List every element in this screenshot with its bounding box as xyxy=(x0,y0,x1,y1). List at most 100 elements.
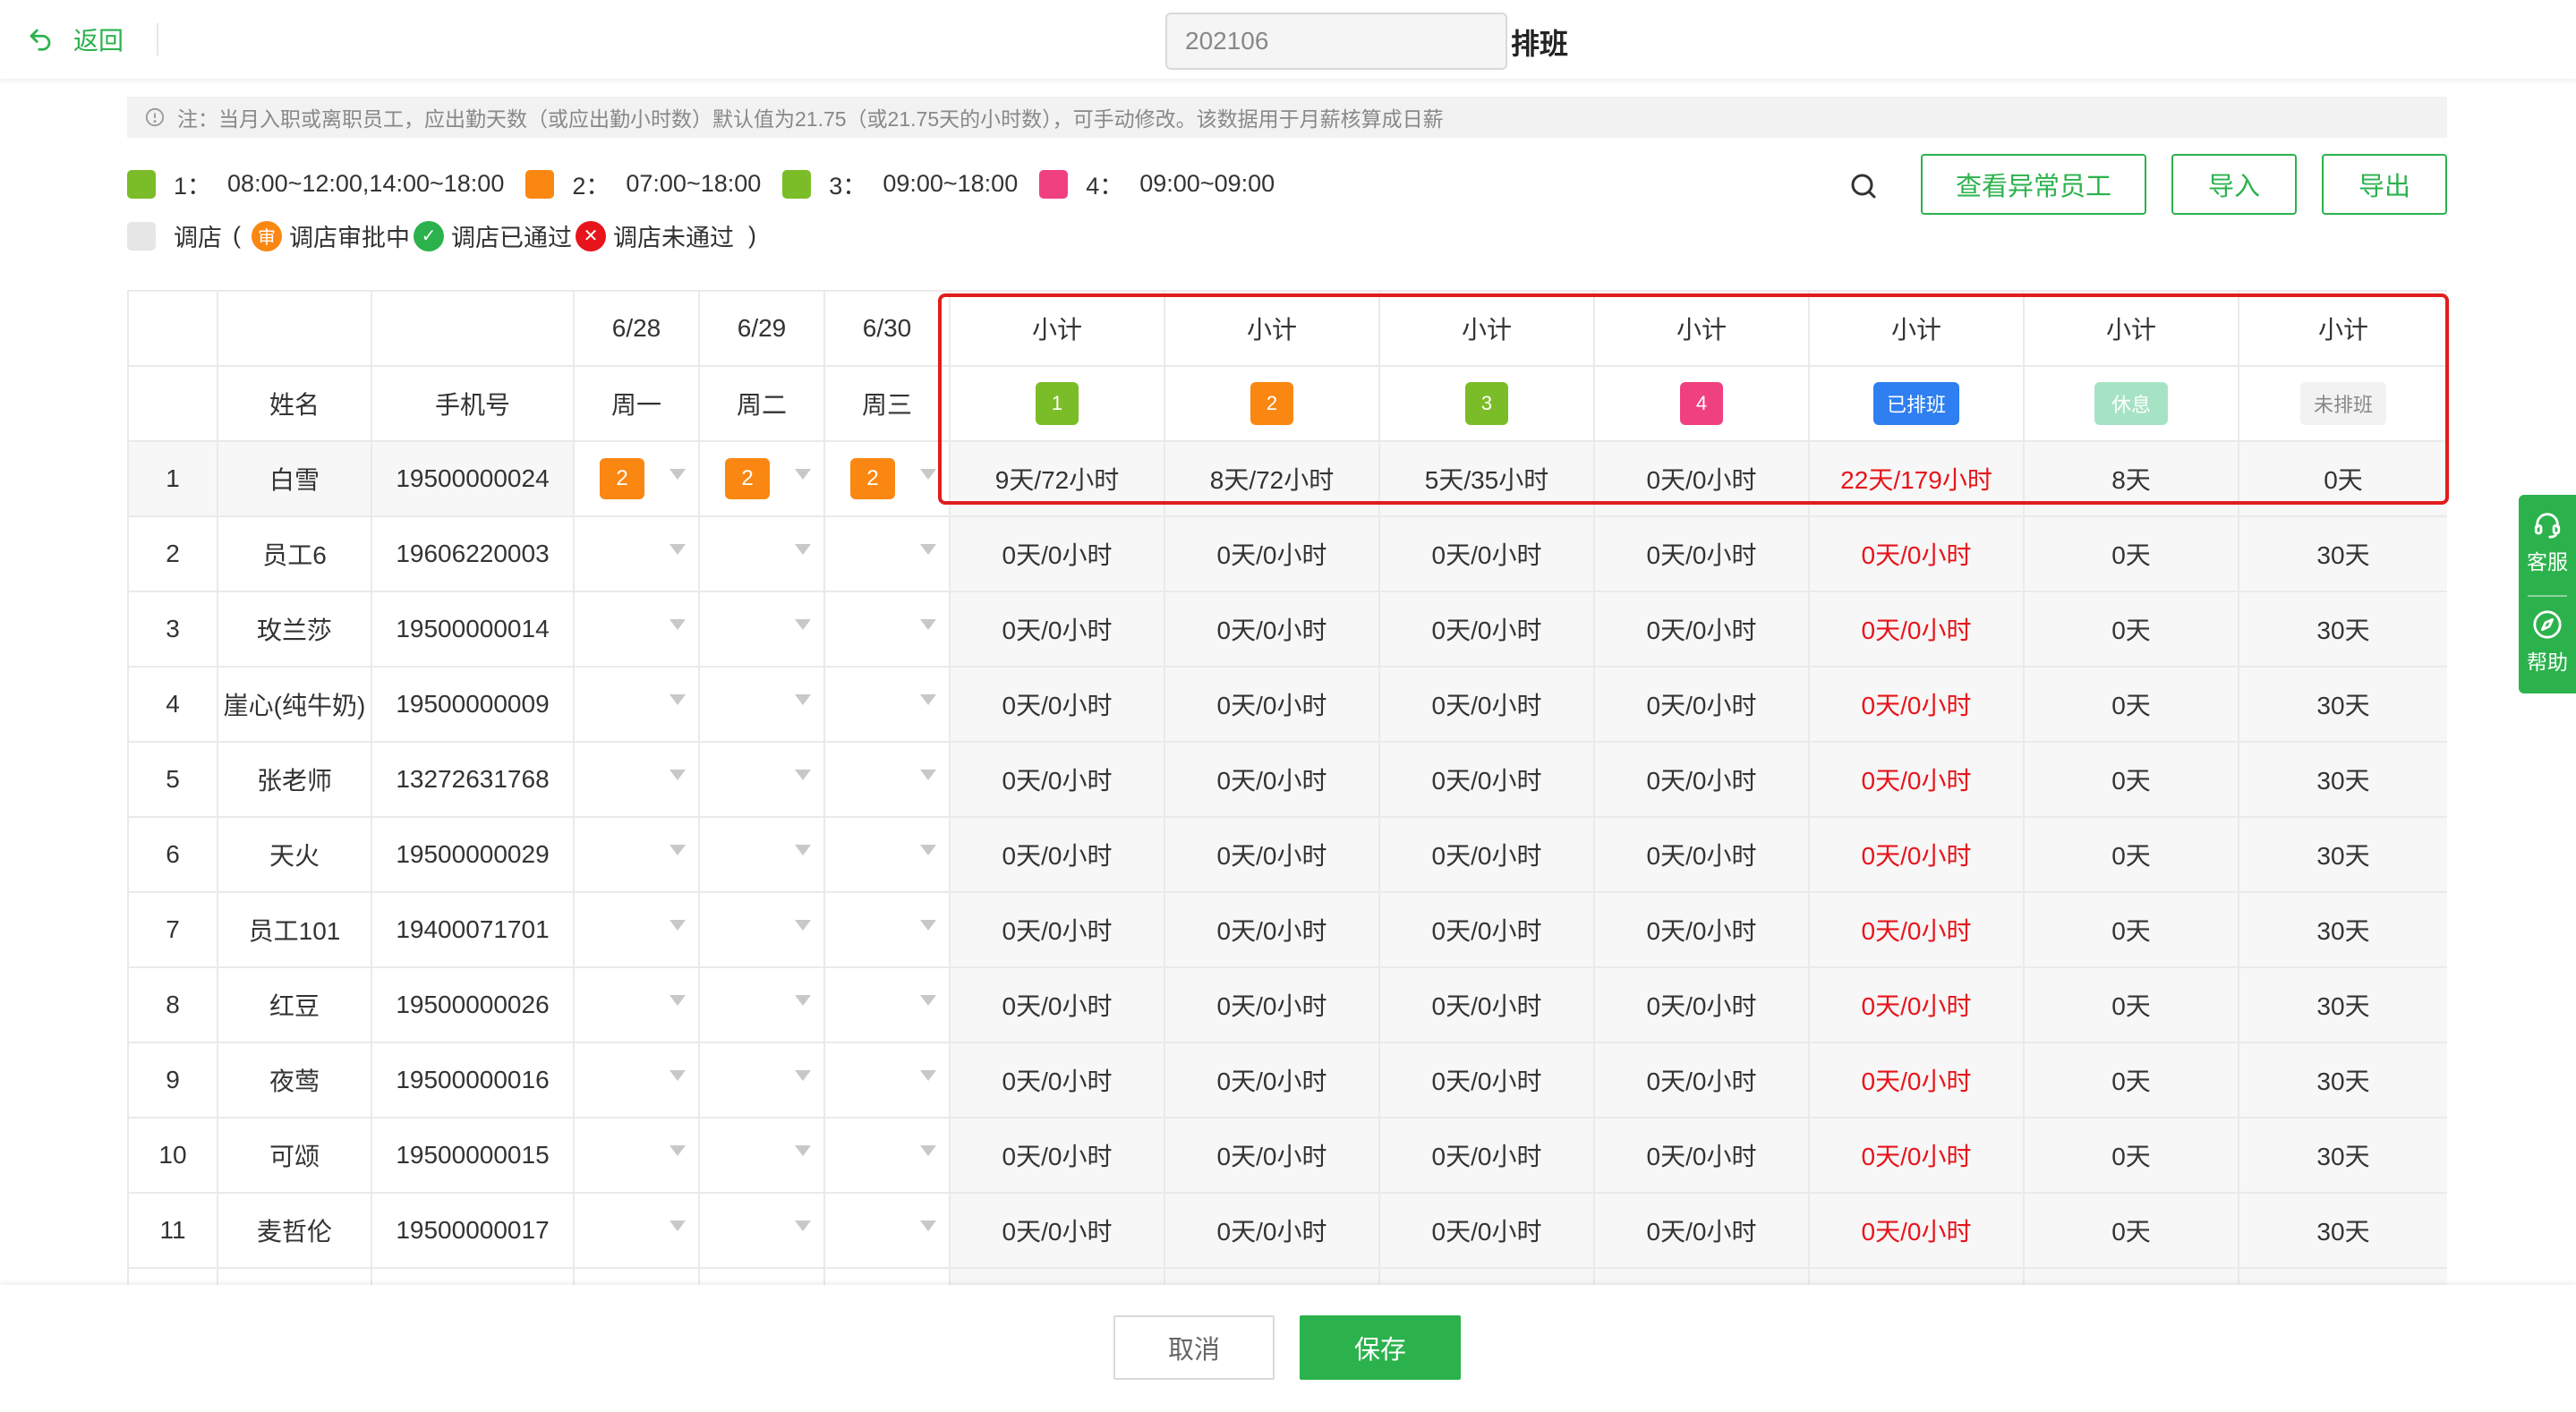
subtotal-cell: 30天 xyxy=(2238,1267,2447,1285)
legend-shift-4: 4： 09:00~09:00 xyxy=(1039,166,1275,201)
subtotal-cell: 0天/0小时 xyxy=(1593,666,1810,743)
paren-open: ( xyxy=(233,222,241,249)
employee-name: 员工6 xyxy=(217,515,372,592)
assigned-shift-chip: 2 xyxy=(725,458,770,499)
transfer-legend: 调店 ( 审调店审批中 ✓ 调店已通过 ✕ 调店未通过 ) xyxy=(127,218,767,253)
help-button[interactable]: 帮助 xyxy=(2519,609,2576,676)
shift-select-cell[interactable]: 2 xyxy=(698,440,825,517)
shift-select-cell[interactable] xyxy=(823,1267,951,1285)
shift-select-cell[interactable] xyxy=(823,1042,951,1119)
view-abnormal-button[interactable]: 查看异常员工 xyxy=(1921,154,2146,215)
save-button[interactable]: 保存 xyxy=(1300,1315,1461,1380)
shift-select-cell[interactable] xyxy=(823,966,951,1043)
shift-select-cell[interactable] xyxy=(698,1042,825,1119)
shift-select-cell[interactable]: 2 xyxy=(573,440,700,517)
subtotal-cell: 0天/0小时 xyxy=(1378,515,1595,592)
shift-select-cell[interactable] xyxy=(823,591,951,668)
employee-name: 玫兰莎 xyxy=(217,591,372,668)
shift-select-cell[interactable] xyxy=(573,741,700,818)
table-row: 1 白雪 19500000024 2 2 2 9天/72小时 8天/72小时 5天/35小时 0天… xyxy=(127,440,2447,517)
shift-select-cell[interactable] xyxy=(823,1192,951,1269)
customer-service-label: 客服 xyxy=(2527,550,2568,574)
subtotal-cell: 0天/0小时 xyxy=(949,741,1165,818)
shift-select-cell[interactable] xyxy=(573,966,700,1043)
table-row: 8 红豆 19500000026 0天/0小时 0天/0小时 0天/0小时 0天/0小时 0天… xyxy=(127,966,2447,1043)
subtotal-cell: 0天/0小时 xyxy=(1808,741,2025,818)
subtotal-cell: 0天/0小时 xyxy=(1593,1117,1810,1194)
subtotal-cell: 0天/0小时 xyxy=(1164,1192,1380,1269)
subtotal-category-header: 1 xyxy=(949,365,1165,442)
back-arrow-icon xyxy=(30,29,51,51)
shift-select-cell[interactable] xyxy=(698,1192,825,1269)
subtotal-cell: 0天 xyxy=(2023,666,2239,743)
subtotal-cell: 30天 xyxy=(2238,1117,2447,1194)
shift-select-cell[interactable] xyxy=(573,816,700,893)
employee-phone-cell: 19606220003 xyxy=(371,515,575,592)
chevron-down-icon xyxy=(795,619,811,630)
shift-select-cell[interactable] xyxy=(573,666,700,743)
index-header-cell xyxy=(127,290,218,367)
shift-select-cell[interactable]: 2 xyxy=(823,440,951,517)
shift-select-cell[interactable] xyxy=(823,891,951,968)
paren-close: ) xyxy=(748,222,756,249)
subtotal-header: 小计 xyxy=(1808,290,2025,367)
shift-select-cell[interactable] xyxy=(823,515,951,592)
shift-select-cell[interactable] xyxy=(698,816,825,893)
shift-select-cell[interactable] xyxy=(823,666,951,743)
subtotal-cell: 0天/0小时 xyxy=(1378,741,1595,818)
table-row: 9 夜莺 19500000016 0天/0小时 0天/0小时 0天/0小时 0天/0小时 0天… xyxy=(127,1042,2447,1119)
subtotal-cell: 0天/0小时 xyxy=(949,1117,1165,1194)
table-row: 2 员工6 19606220003 0天/0小时 0天/0小时 0天/0小时 0天/0小时 0… xyxy=(127,515,2447,592)
legend-shift-1: 1： 08:00~12:00,14:00~18:00 xyxy=(127,166,504,201)
subtotal-cell: 30天 xyxy=(2238,1192,2447,1269)
shift-swatch xyxy=(525,169,555,199)
chevron-down-icon xyxy=(795,544,811,555)
subtotal-cell: 0天/0小时 xyxy=(1808,891,2025,968)
shift-select-cell[interactable] xyxy=(698,966,825,1043)
shift-select-cell[interactable] xyxy=(573,1267,700,1285)
subtotal-cell: 30天 xyxy=(2238,1042,2447,1119)
shift-chip: 休息 xyxy=(2094,382,2168,425)
shift-select-cell[interactable] xyxy=(823,1117,951,1194)
chevron-down-icon xyxy=(795,995,811,1006)
footer-bar: 取消 保存 xyxy=(0,1285,2576,1412)
employee-name: 麦哲伦 xyxy=(217,1192,372,1269)
subtotal-cell: 0天/0小时 xyxy=(1378,891,1595,968)
employee-phone-cell: 19400071701 xyxy=(371,891,575,968)
shift-select-cell[interactable] xyxy=(823,816,951,893)
weekday-header: 周二 xyxy=(698,365,825,442)
subtotal-header: 小计 xyxy=(2023,290,2239,367)
search-icon[interactable] xyxy=(1847,170,1880,202)
shift-select-cell[interactable] xyxy=(698,741,825,818)
subtotal-cell: 0天 xyxy=(2023,1192,2239,1269)
export-button[interactable]: 导出 xyxy=(2322,154,2447,215)
subtotal-cell: 0天/0小时 xyxy=(1378,816,1595,893)
shift-select-cell[interactable] xyxy=(698,1267,825,1285)
shift-select-cell[interactable] xyxy=(698,891,825,968)
shift-select-cell[interactable] xyxy=(573,1117,700,1194)
shift-select-cell[interactable] xyxy=(573,891,700,968)
customer-service-button[interactable]: 客服 xyxy=(2519,509,2576,575)
shift-select-cell[interactable] xyxy=(698,515,825,592)
schedule-table-container[interactable]: 6/28 6/29 6/30 小计 小计 小计 小计 小计 小计 小计 姓名 手机号 周一 周二 周三 1 2… xyxy=(127,290,2447,1285)
shift-select-cell[interactable] xyxy=(573,1192,700,1269)
shift-select-cell[interactable] xyxy=(698,666,825,743)
shift-select-cell[interactable] xyxy=(573,1042,700,1119)
subtotal-cell: 0天/0小时 xyxy=(949,515,1165,592)
import-button[interactable]: 导入 xyxy=(2171,154,2297,215)
subtotal-header: 小计 xyxy=(2238,290,2447,367)
transfer-status-label: 调店未通过 xyxy=(613,225,734,251)
subtotal-cell: 0天/0小时 xyxy=(1593,515,1810,592)
shift-select-cell[interactable] xyxy=(698,1117,825,1194)
month-input[interactable] xyxy=(1165,13,1507,70)
employee-phone: 13272631768 xyxy=(396,765,550,793)
row-index: 5 xyxy=(127,741,218,818)
shift-select-cell[interactable] xyxy=(573,591,700,668)
shift-select-cell[interactable] xyxy=(698,591,825,668)
cancel-button[interactable]: 取消 xyxy=(1113,1315,1275,1380)
back-button[interactable]: 返回 xyxy=(27,20,124,59)
shift-select-cell[interactable] xyxy=(823,741,951,818)
shift-number: 1： xyxy=(174,173,212,200)
subtotal-cell: 0天/0小时 xyxy=(949,816,1165,893)
shift-select-cell[interactable] xyxy=(573,515,700,592)
